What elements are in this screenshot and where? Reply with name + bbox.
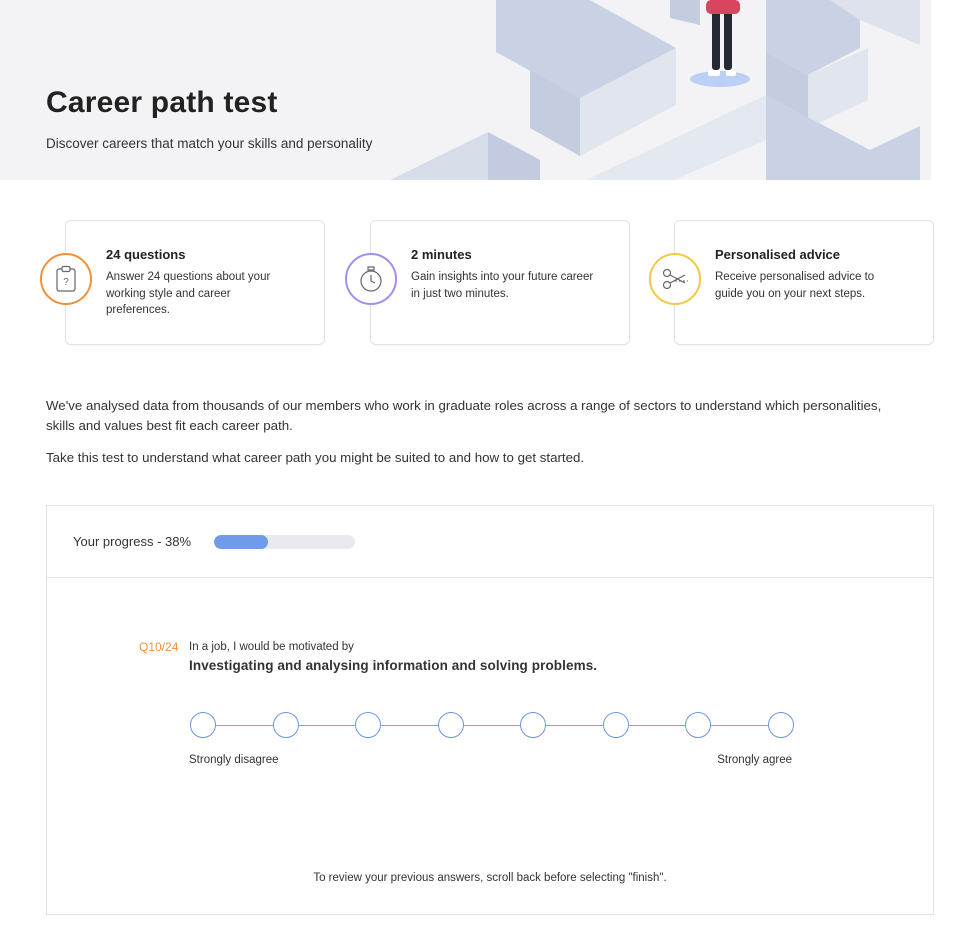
stopwatch-icon <box>345 253 397 305</box>
likert-scale <box>190 712 795 740</box>
question-number: Q10/24 <box>139 640 179 654</box>
progress-bar <box>214 535 355 549</box>
likert-option-2[interactable] <box>273 712 299 738</box>
feature-title: Personalised advice <box>715 247 841 262</box>
likert-option-3[interactable] <box>355 712 381 738</box>
likert-option-1[interactable] <box>190 712 216 738</box>
feature-card-advice: Personalised advice Receive personalised… <box>649 220 934 345</box>
feature-card-questions: ? 24 questions Answer 24 questions about… <box>40 220 325 345</box>
progress-bar-fill <box>214 535 268 549</box>
feature-text: Receive personalised advice to guide you… <box>715 271 875 300</box>
page-title: Career path test <box>46 86 278 119</box>
scale-min-label: Strongly disagree <box>189 754 279 766</box>
question-text: Investigating and analysing information … <box>189 658 598 673</box>
question-prompt: In a job, I would be motivated by <box>189 641 354 653</box>
feature-text: Answer 24 questions about your working s… <box>106 271 271 316</box>
quiz-panel: Your progress - 38% Q10/24 In a job, I w… <box>46 505 934 915</box>
feature-title: 24 questions <box>106 247 186 262</box>
hero-banner: Career path test Discover careers that m… <box>0 0 980 180</box>
hero-right-margin <box>931 0 980 180</box>
scissors-icon <box>649 253 701 305</box>
likert-option-5[interactable] <box>520 712 546 738</box>
progress-label: Your progress - 38% <box>73 534 192 549</box>
intro-paragraph: Take this test to understand what career… <box>46 450 585 465</box>
scale-max-label: Strongly agree <box>717 754 792 766</box>
maze-illustration <box>390 0 920 180</box>
svg-text:?: ? <box>63 277 69 288</box>
likert-option-7[interactable] <box>685 712 711 738</box>
progress-header: Your progress - 38% <box>47 506 933 578</box>
likert-option-8[interactable] <box>768 712 794 738</box>
feature-text: Gain insights into your future career in… <box>411 271 594 300</box>
feature-card-duration: 2 minutes Gain insights into your future… <box>345 220 630 345</box>
likert-option-6[interactable] <box>603 712 629 738</box>
page-subtitle: Discover careers that match your skills … <box>46 136 373 151</box>
feature-title: 2 minutes <box>411 247 472 262</box>
clipboard-question-icon: ? <box>40 253 92 305</box>
likert-option-4[interactable] <box>438 712 464 738</box>
review-note: To review your previous answers, scroll … <box>313 872 667 884</box>
intro-paragraph: We've analysed data from thousands of ou… <box>46 398 882 433</box>
